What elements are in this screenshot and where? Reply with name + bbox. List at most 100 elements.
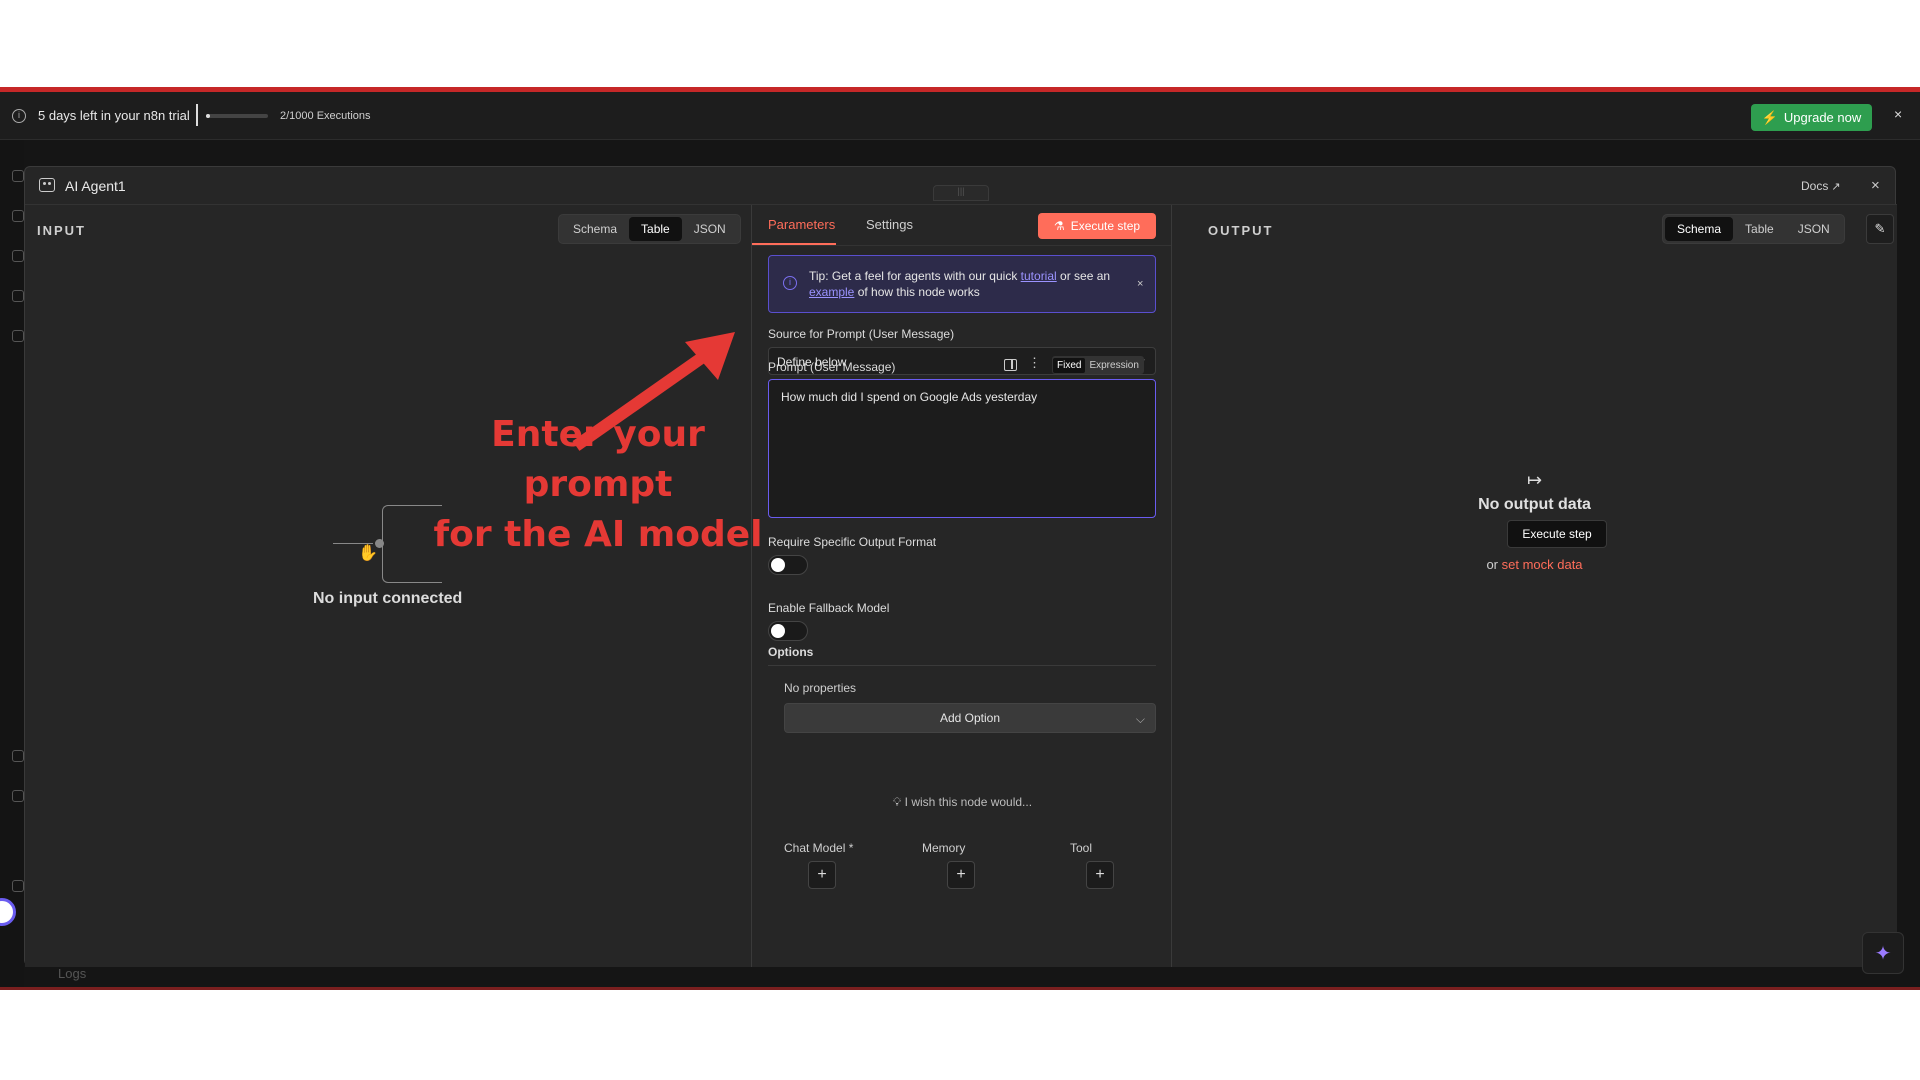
feedback-link[interactable]: 💡︎ I wish this node would... — [752, 795, 1171, 810]
more-options-icon[interactable]: ⋮ — [1028, 356, 1041, 370]
prompt-textarea[interactable]: How much did I spend on Google Ads yeste… — [768, 379, 1156, 518]
add-memory-button[interactable]: + — [947, 861, 975, 889]
output-panel: OUTPUT Schema Table JSON ✎ ↦ No output d… — [1172, 205, 1897, 967]
upgrade-label: Upgrade now — [1783, 110, 1862, 125]
edit-output-button[interactable]: ✎ — [1866, 214, 1894, 244]
execute-step-button[interactable]: ⚗ Execute step — [1038, 213, 1156, 239]
upgrade-now-button[interactable]: ⚡ Upgrade now — [1751, 104, 1872, 131]
memory-label: Memory — [922, 841, 966, 855]
options-divider — [768, 665, 1156, 666]
ai-assistant-button[interactable]: ✦ — [1862, 932, 1904, 974]
pencil-icon: ✎ — [1874, 221, 1886, 236]
parameters-panel: Parameters Settings ⚗ Execute step i Tip… — [751, 205, 1172, 967]
side-panel-icon[interactable] — [1004, 359, 1017, 371]
close-tip-icon[interactable]: × — [1137, 278, 1143, 290]
node-details-modal: AI Agent1 ||| Docs ↗ × INPUT Schema Table… — [24, 166, 1897, 967]
fallback-toggle[interactable] — [768, 621, 808, 641]
tip-middle: or see an — [1056, 269, 1111, 283]
trial-divider — [196, 104, 198, 126]
sidebar-icon[interactable] — [12, 170, 24, 182]
toggle-knob — [771, 624, 785, 638]
add-option-button[interactable]: Add Option ⌵ — [784, 703, 1156, 733]
fallback-label: Enable Fallback Model — [768, 601, 890, 615]
mock-data-line: or set mock data — [1172, 557, 1897, 572]
docs-link[interactable]: Docs ↗ — [1801, 179, 1841, 193]
arrow-head — [685, 332, 735, 380]
close-modal-icon[interactable]: × — [1871, 177, 1880, 194]
hand-icon: ✋ — [358, 545, 378, 562]
output-tab-table[interactable]: Table — [1733, 217, 1786, 241]
node-title[interactable]: AI Agent1 — [65, 178, 126, 194]
tool-label: Tool — [1070, 841, 1093, 855]
left-sidebar — [0, 140, 24, 990]
trial-banner: i 5 days left in your n8n trial 2/1000 E… — [0, 92, 1920, 140]
robot-icon — [39, 178, 55, 192]
executions-progress — [206, 114, 268, 118]
or-text: or — [1486, 557, 1502, 572]
output-arrow-icon: ↦ — [1526, 470, 1543, 490]
input-tab-schema[interactable]: Schema — [561, 217, 629, 241]
sparkle-icon: ✦ — [1874, 942, 1892, 965]
modal-header: AI Agent1 ||| Docs ↗ × — [25, 167, 1897, 205]
chat-model-label: Chat Model * — [784, 841, 854, 855]
chevron-down-icon: ⌵ — [1135, 712, 1145, 726]
executions-progress-fill — [206, 114, 210, 118]
output-execute-step-button[interactable]: Execute step — [1507, 520, 1607, 548]
n8n-app: i 5 days left in your n8n trial 2/1000 E… — [0, 92, 1920, 990]
execute-step-label: Execute step — [1070, 219, 1141, 233]
lightning-icon: ⚡ — [1761, 109, 1778, 125]
input-view-switcher: Schema Table JSON — [558, 214, 741, 244]
flask-icon: ⚗ — [1053, 219, 1065, 233]
top-margin — [0, 0, 1920, 87]
wish-text: I wish this node would... — [904, 795, 1033, 809]
external-link-icon: ↗ — [1831, 181, 1841, 193]
toggle-knob — [771, 558, 785, 572]
drag-handle[interactable]: ||| — [933, 185, 989, 201]
logs-label[interactable]: Logs — [58, 966, 86, 981]
output-view-switcher: Schema Table JSON — [1662, 214, 1845, 244]
settings-icon[interactable] — [12, 880, 24, 892]
prompt-label: Prompt (User Message) — [768, 360, 896, 374]
sidebar-icon[interactable] — [12, 290, 24, 302]
example-link[interactable]: example — [809, 285, 854, 299]
annotation-line-1: Enter your prompt — [491, 414, 705, 505]
tabs-divider — [752, 245, 1171, 246]
docs-label: Docs — [1801, 179, 1829, 193]
sidebar-icon[interactable] — [12, 250, 24, 262]
sidebar-icon[interactable] — [12, 750, 24, 762]
tip-callout: i Tip: Get a feel for agents with our qu… — [768, 255, 1156, 313]
require-format-label: Require Specific Output Format — [768, 535, 937, 549]
no-input-text: No input connected — [313, 590, 463, 607]
mode-expression[interactable]: Expression — [1085, 358, 1142, 373]
sidebar-icon[interactable] — [12, 330, 24, 342]
lightbulb-icon: 💡︎ — [892, 795, 905, 809]
close-banner-icon[interactable]: × — [1894, 106, 1902, 122]
input-tab-json[interactable]: JSON — [682, 217, 738, 241]
input-title: INPUT — [37, 223, 86, 238]
source-label: Source for Prompt (User Message) — [768, 327, 955, 341]
annotation-line-2: for the AI model — [433, 514, 763, 555]
trial-message: 5 days left in your n8n trial — [38, 108, 190, 123]
sidebar-icon[interactable] — [12, 210, 24, 222]
executions-count: 2/1000 Executions — [280, 110, 371, 122]
info-icon: i — [783, 276, 797, 290]
tip-text: Tip: Get a feel for agents with our quic… — [809, 268, 1129, 300]
tutorial-link[interactable]: tutorial — [1021, 269, 1057, 283]
bottom-margin — [0, 990, 1920, 1080]
sidebar-icon[interactable] — [12, 790, 24, 802]
options-label: Options — [768, 645, 814, 659]
set-mock-data-link[interactable]: set mock data — [1502, 557, 1583, 572]
add-tool-button[interactable]: + — [1086, 861, 1114, 889]
add-chat-model-button[interactable]: + — [808, 861, 836, 889]
mode-fixed[interactable]: Fixed — [1053, 357, 1086, 373]
tab-settings[interactable]: Settings — [866, 217, 913, 232]
input-tab-table[interactable]: Table — [629, 217, 682, 241]
no-output-title: No output data — [1478, 496, 1591, 513]
output-title: OUTPUT — [1208, 223, 1274, 238]
output-tab-json[interactable]: JSON — [1786, 217, 1842, 241]
tip-suffix: of how this node works — [854, 285, 980, 299]
info-icon: i — [12, 109, 26, 123]
tab-parameters[interactable]: Parameters — [768, 217, 835, 232]
output-tab-schema[interactable]: Schema — [1665, 217, 1734, 241]
add-option-label: Add Option — [939, 711, 1001, 725]
